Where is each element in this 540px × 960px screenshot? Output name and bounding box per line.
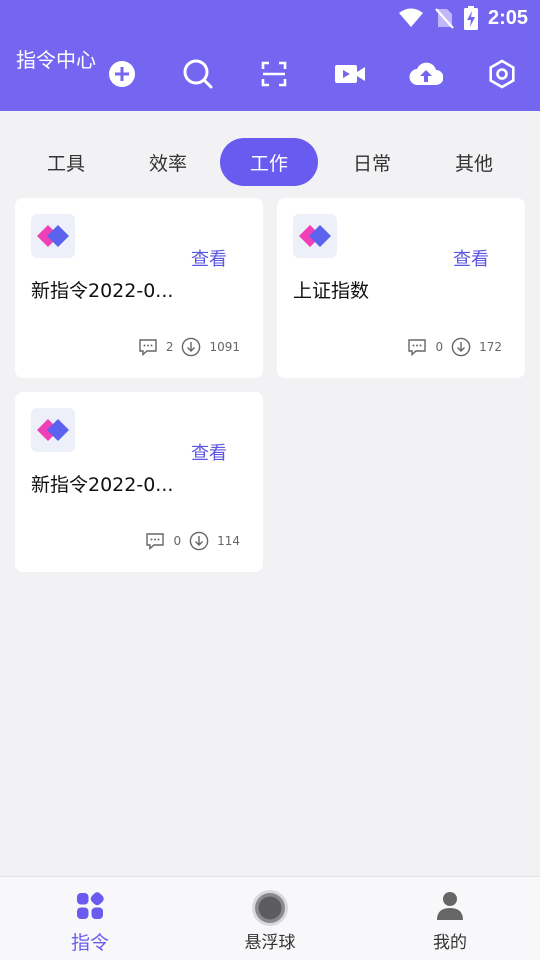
bottom-navigation: 指令 悬浮球 我的 [0, 876, 540, 960]
command-title: 新指令2022-0... [31, 280, 174, 302]
settings-icon [489, 59, 515, 89]
download-count: 114 [217, 534, 240, 548]
floating-ball-icon [250, 888, 290, 928]
command-card[interactable]: 查看 新指令2022-0... 2 1091 [15, 198, 263, 378]
cloud-upload-icon [409, 62, 443, 86]
tab-daily[interactable]: 日常 [323, 138, 421, 186]
diamond-logo-icon [37, 419, 69, 441]
comment-icon [139, 339, 157, 356]
tab-tools[interactable]: 工具 [17, 138, 115, 186]
page-title: 指令中心 [16, 48, 96, 72]
status-icons: 2:05 [398, 6, 528, 30]
comment-count: 0 [173, 534, 182, 548]
video-button[interactable] [332, 56, 368, 92]
comment-count: 0 [435, 340, 444, 354]
download-icon [182, 337, 201, 357]
settings-button[interactable] [484, 56, 520, 92]
nav-label: 我的 [433, 933, 467, 953]
add-icon [109, 61, 135, 87]
person-icon [434, 890, 466, 922]
download-count: 1091 [209, 340, 240, 354]
scan-icon [261, 61, 287, 87]
video-icon [335, 65, 365, 83]
comment-icon [146, 533, 165, 550]
nav-item-commands[interactable]: 指令 [0, 877, 180, 960]
comment-count: 2 [165, 340, 174, 354]
nav-item-floating-ball[interactable]: 悬浮球 [180, 877, 360, 960]
nav-label: 指令 [70, 932, 109, 954]
tab-work[interactable]: 工作 [220, 138, 318, 186]
grid-icon [74, 890, 106, 922]
command-card[interactable]: 查看 新指令2022-0... 0 114 [15, 392, 263, 572]
view-button[interactable]: 查看 [453, 245, 489, 271]
view-button[interactable]: 查看 [191, 439, 227, 465]
command-title: 上证指数 [293, 280, 370, 302]
download-icon [451, 337, 471, 357]
view-button[interactable]: 查看 [191, 245, 227, 271]
command-card[interactable]: 查看 上证指数 0 172 [277, 198, 525, 378]
diamond-logo-icon [37, 225, 69, 247]
comment-icon [408, 339, 427, 356]
battery-charging-icon [463, 6, 478, 30]
command-title: 新指令2022-0... [31, 474, 174, 496]
cloud-upload-button[interactable] [408, 56, 444, 92]
status-bar: 2:05 [0, 0, 540, 36]
category-tabs: 工具 效率 工作 日常 其他 [0, 138, 540, 186]
diamond-logo-icon [299, 225, 331, 247]
nav-item-profile[interactable]: 我的 [360, 877, 540, 960]
command-logo [293, 214, 337, 258]
wifi-icon [398, 8, 423, 27]
status-time: 2:05 [487, 6, 528, 29]
tab-other[interactable]: 其他 [425, 138, 523, 186]
command-stats: 2 1091 [138, 337, 240, 357]
add-button[interactable] [104, 56, 140, 92]
command-stats: 0 172 [407, 337, 502, 357]
nav-label: 悬浮球 [244, 933, 296, 953]
search-icon [183, 59, 213, 89]
download-icon [189, 531, 209, 551]
command-logo [31, 408, 75, 452]
app-header: 2:05 指令中心 [0, 0, 540, 111]
command-stats: 0 114 [145, 531, 240, 551]
scan-button[interactable] [256, 56, 292, 92]
search-button[interactable] [180, 56, 216, 92]
download-count: 172 [479, 340, 502, 354]
command-logo [31, 214, 75, 258]
tab-efficiency[interactable]: 效率 [119, 138, 217, 186]
no-sim-icon [435, 8, 454, 29]
